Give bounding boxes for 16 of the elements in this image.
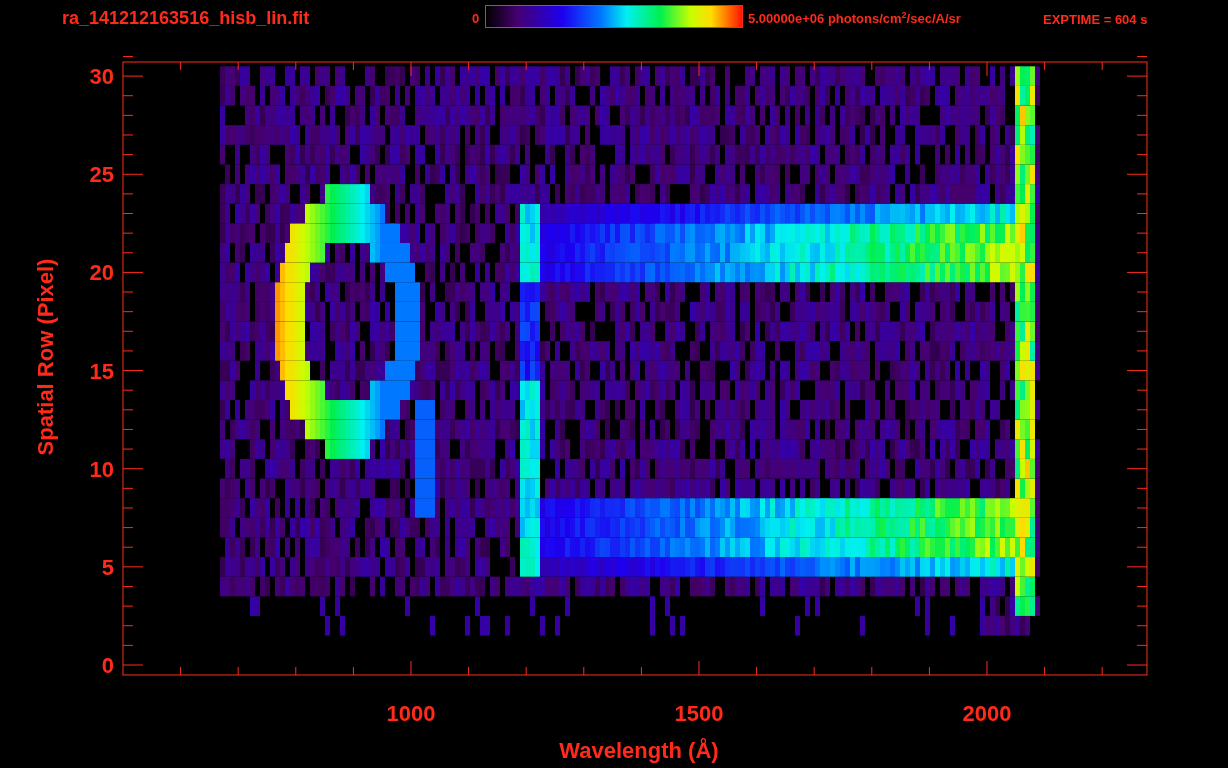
y-tick-label: 0 [101, 653, 114, 678]
exposure-time: EXPTIME = 604 s [1043, 12, 1148, 27]
y-tick-label: 25 [89, 162, 114, 188]
y-tick-label: 30 [89, 64, 114, 90]
y-axis-label: Spatial Row (Pixel) [33, 258, 58, 456]
x-axis-label: Wavelength (Å) [559, 738, 719, 763]
y-tick-label: 5 [101, 554, 114, 580]
colorbar-min-label: 0 [472, 11, 480, 26]
plot-title: ra_141212163516_hisb_lin.fit [62, 8, 310, 29]
y-tick-label: 10 [89, 456, 114, 482]
x-tick-label: 2000 [962, 701, 1012, 726]
x-tick-label: 1000 [386, 701, 436, 726]
colorbar-max-label: 5.00000e+06 photons/cm$^{2}$/sec/A/sr [748, 10, 961, 27]
y-tick-label: 20 [89, 260, 114, 286]
x-tick-label: 1500 [674, 701, 724, 726]
y-tick-label: 15 [89, 358, 114, 384]
